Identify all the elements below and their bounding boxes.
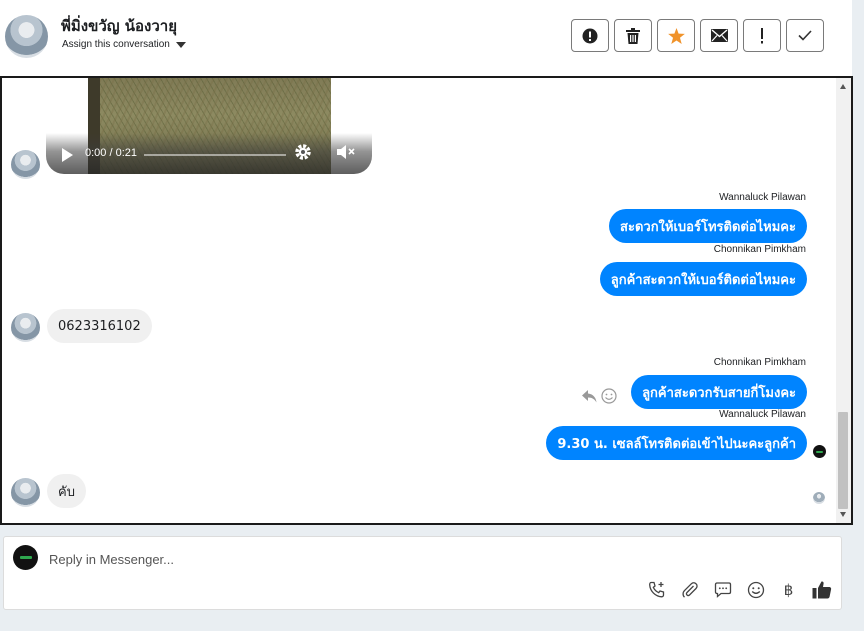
- trash-icon: [626, 27, 640, 44]
- phone-plus-icon: [648, 581, 664, 597]
- read-receipt-avatar: [813, 492, 825, 504]
- call-button[interactable]: [646, 579, 667, 600]
- scrollbar-thumb[interactable]: [838, 412, 848, 509]
- play-icon[interactable]: [62, 148, 73, 162]
- reply-composer: ฿: [3, 536, 842, 610]
- reply-icon[interactable]: [582, 389, 597, 403]
- delivered-indicator: [813, 445, 826, 458]
- done-button[interactable]: [786, 19, 824, 52]
- smiley-icon: [747, 581, 764, 598]
- assign-label: Assign this conversation: [62, 39, 170, 50]
- contact-name[interactable]: พี่มิ่งขวัญ น้องวายุ: [61, 14, 177, 38]
- exclamation-icon: [761, 27, 763, 43]
- baht-icon: ฿: [783, 580, 794, 599]
- emoji-button[interactable]: [745, 579, 766, 600]
- contact-avatar-small: [11, 313, 40, 342]
- envelope-icon: [710, 29, 728, 42]
- page-avatar: [13, 545, 38, 570]
- star-button[interactable]: [657, 19, 695, 52]
- emoji-reaction-icon[interactable]: [601, 388, 617, 404]
- conversation-toolbar: [571, 19, 824, 52]
- important-button[interactable]: [743, 19, 781, 52]
- exclamation-circle-icon: [582, 28, 598, 43]
- gear-icon[interactable]: [294, 143, 312, 161]
- sender-name: Chonnikan Pimkham: [713, 357, 806, 368]
- alert-button[interactable]: [571, 19, 609, 52]
- like-button[interactable]: [811, 579, 832, 600]
- assign-conversation-dropdown[interactable]: Assign this conversation: [62, 39, 186, 50]
- thumbs-up-icon: [812, 581, 831, 599]
- mail-button[interactable]: [700, 19, 738, 52]
- caret-down-icon: [175, 41, 186, 48]
- attach-button[interactable]: [679, 579, 700, 600]
- thread-scrollbar[interactable]: [836, 78, 851, 523]
- star-icon: [667, 27, 685, 44]
- conversation-header: พี่มิ่งขวัญ น้องวายุ Assign this convers…: [0, 0, 852, 76]
- sender-name: Wannaluck Pilawan: [719, 192, 806, 203]
- incoming-message[interactable]: 0623316102: [47, 309, 152, 343]
- contact-avatar[interactable]: [5, 15, 48, 58]
- incoming-message[interactable]: คับ: [47, 474, 86, 508]
- reply-input[interactable]: [49, 549, 549, 569]
- mute-icon[interactable]: [336, 144, 356, 160]
- video-time: 0:00 / 0:21: [85, 147, 137, 159]
- delete-button[interactable]: [614, 19, 652, 52]
- sender-name: Chonnikan Pimkham: [713, 244, 806, 255]
- outgoing-message[interactable]: ลูกค้าสะดวกรับสายกี่โมงคะ: [631, 375, 807, 409]
- speech-bubble-icon: [714, 581, 731, 598]
- video-seek-bar[interactable]: [144, 154, 286, 156]
- reply-toolbar: ฿: [646, 579, 832, 600]
- message-actions: [582, 388, 617, 404]
- saved-replies-button[interactable]: [712, 579, 733, 600]
- check-icon: [798, 30, 812, 41]
- scroll-down-arrow-icon[interactable]: [840, 512, 846, 517]
- sender-name: Wannaluck Pilawan: [719, 409, 806, 420]
- message-thread[interactable]: 0:00 / 0:21 Wannaluck Pilawan สะดวกให้เบ…: [0, 76, 853, 525]
- payment-button[interactable]: ฿: [778, 579, 799, 600]
- contact-avatar-small: [11, 478, 40, 507]
- paperclip-icon: [681, 581, 698, 598]
- scroll-up-arrow-icon[interactable]: [840, 84, 846, 89]
- video-attachment[interactable]: 0:00 / 0:21: [46, 78, 372, 174]
- outgoing-message[interactable]: 9.30 น. เซลล์โทรติดต่อเข้าไปนะคะลูกค้า: [546, 426, 807, 460]
- outgoing-message[interactable]: ลูกค้าสะดวกให้เบอร์ติดต่อไหมคะ: [599, 262, 807, 296]
- contact-avatar-small: [11, 150, 40, 179]
- outgoing-message[interactable]: สะดวกให้เบอร์โทรติดต่อไหมคะ: [609, 209, 807, 243]
- video-controls: 0:00 / 0:21: [46, 133, 372, 174]
